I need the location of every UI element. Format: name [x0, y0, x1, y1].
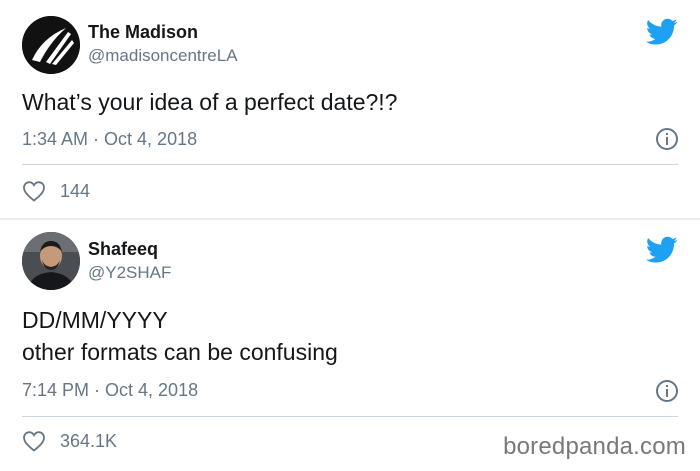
- user-handle[interactable]: @madisoncentreLA: [88, 46, 238, 66]
- like-count: 144: [60, 180, 91, 201]
- user-handle[interactable]: @Y2SHAF: [88, 263, 171, 283]
- info-icon[interactable]: [656, 380, 678, 402]
- tweet-text: DD/MM/YYYY other formats can be confusin…: [22, 304, 338, 368]
- twitter-bird-icon[interactable]: [646, 18, 678, 46]
- avatar[interactable]: [22, 16, 80, 74]
- tweet-text-line: What’s your idea of a perfect date?!?: [22, 89, 398, 115]
- tweet-text-line: DD/MM/YYYY: [22, 307, 168, 333]
- display-name[interactable]: The Madison: [88, 22, 198, 43]
- heart-icon: [23, 181, 45, 202]
- like-button[interactable]: 364.1K: [22, 430, 117, 452]
- display-name[interactable]: Shafeeq: [88, 239, 158, 260]
- user-photo-avatar: [22, 232, 80, 290]
- tweet-text-line: other formats can be confusing: [22, 339, 338, 365]
- avatar[interactable]: [22, 232, 80, 290]
- heart-icon: [23, 431, 45, 452]
- info-icon[interactable]: [656, 128, 678, 150]
- like-button[interactable]: 144: [22, 180, 90, 202]
- tweet-card-madison: The Madison @madisoncentreLA What’s your…: [0, 0, 700, 218]
- tweet-timestamp[interactable]: 7:14 PM · Oct 4, 2018: [22, 380, 198, 401]
- tweet-timestamp[interactable]: 1:34 AM · Oct 4, 2018: [22, 129, 197, 150]
- twitter-bird-icon[interactable]: [646, 236, 678, 264]
- like-count: 364.1K: [60, 430, 118, 451]
- tweet-card-shafeeq: Shafeeq @Y2SHAF DD/MM/YYYY other formats…: [0, 220, 700, 471]
- madison-logo-icon: [22, 16, 80, 74]
- watermark: boredpanda.com: [503, 433, 686, 460]
- divider: [22, 164, 678, 165]
- divider: [22, 416, 678, 417]
- tweet-text: What’s your idea of a perfect date?!?: [22, 86, 397, 118]
